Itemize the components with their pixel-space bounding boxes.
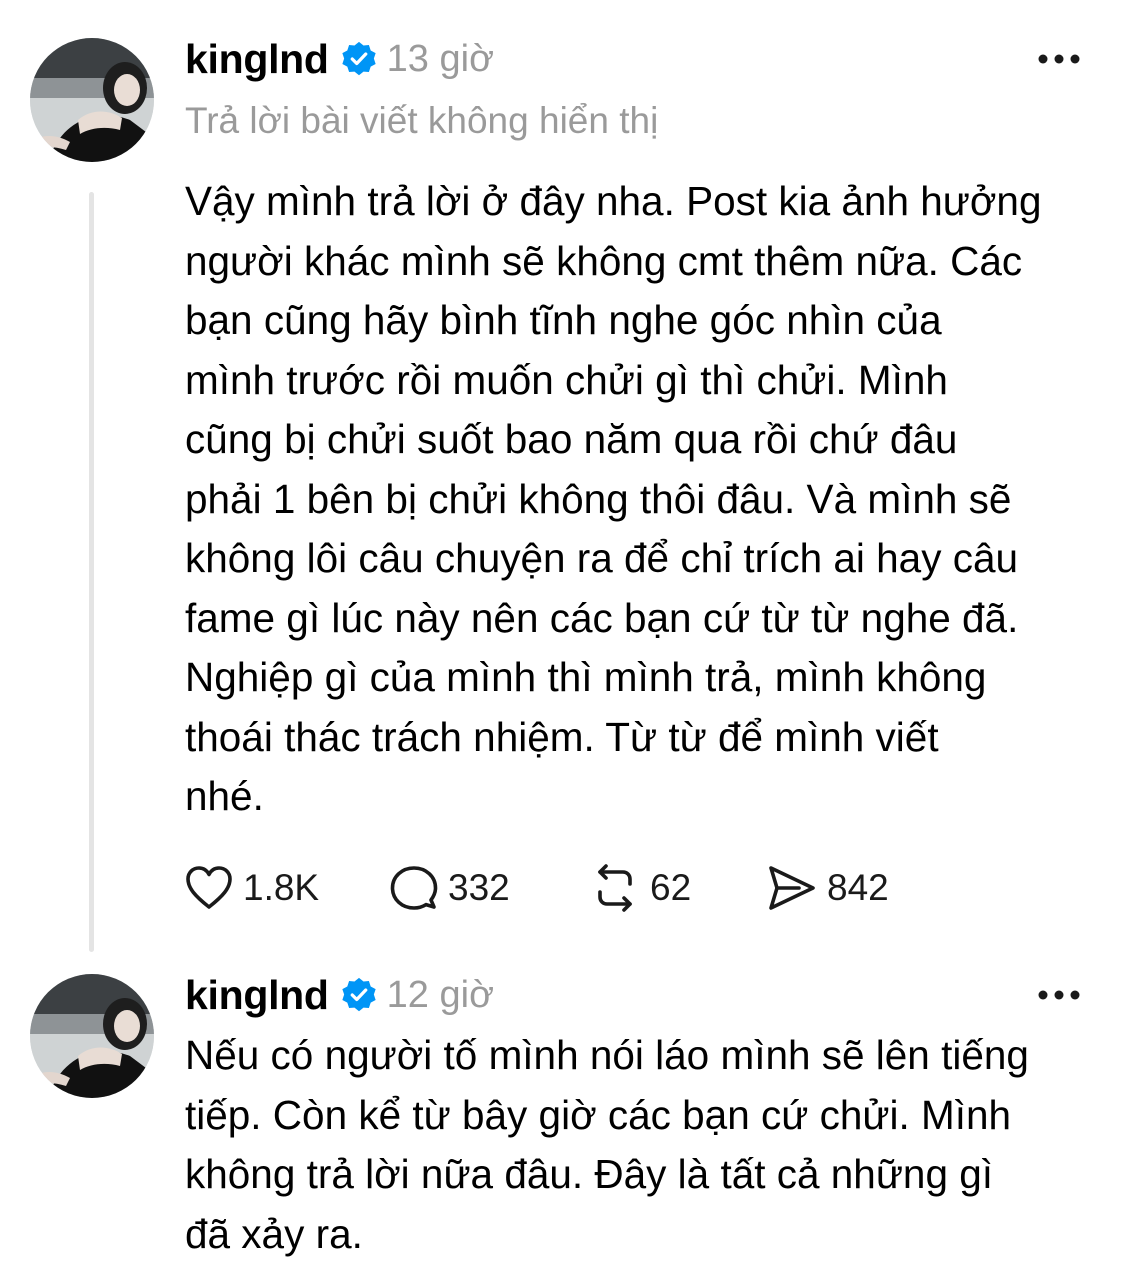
thread-line (89, 192, 94, 952)
post-text-line: Nghiệp gì của mình thì mình trả, mình kh… (185, 654, 987, 700)
post-text-line: không trả lời nữa đâu. Đây là tất cả nhữ… (185, 1151, 994, 1197)
post-text-line: thoái thác trách nhiệm. Từ từ để mình vi… (185, 713, 939, 760)
post-text-line: Vậy mình trả lời ở đây nha. Post kia ảnh… (185, 178, 1042, 224)
username[interactable]: kinglnd (185, 36, 329, 83)
timestamp: 12 giờ (386, 973, 494, 1016)
post-text-line: Nếu có người tố mình nói láo mình sẽ lên… (185, 1032, 1029, 1078)
like-button[interactable]: 1.8K (185, 860, 319, 916)
repost-arrows-icon (598, 864, 632, 912)
share-button[interactable]: 842 (767, 860, 889, 916)
comment-count: 332 (448, 867, 510, 908)
post-text: Vậy mình trả lời ở đây nha. Post kia ảnh… (185, 172, 1095, 827)
post-text-line: không lôi câu chuyện ra để chỉ trích ai … (185, 535, 1018, 581)
post-text-line: nhé. (185, 773, 264, 819)
more-options-button[interactable] (1037, 52, 1081, 64)
post-header: kinglnd 12 giờ (185, 970, 494, 1020)
post-text-line: cũng bị chửi suốt bao năm qua rồi chứ đâ… (185, 416, 958, 462)
post-text-line: đã xảy ra. (185, 1210, 363, 1257)
avatar[interactable] (30, 38, 154, 162)
heart-icon (186, 866, 232, 909)
post-text-line: tiếp. Còn kể từ bây giờ các bạn cứ chửi.… (185, 1091, 1012, 1138)
verified-badge-icon (341, 41, 377, 77)
repost-count: 62 (650, 867, 692, 908)
thread-post: kinglnd 13 giờ Trả lời bài viết không hi… (0, 0, 1123, 960)
post-text-line: người khác mình sẽ không cmt thêm nữa. C… (185, 237, 1023, 284)
like-count: 1.8K (243, 867, 320, 908)
send-icon (769, 866, 815, 910)
username[interactable]: kinglnd (185, 972, 329, 1019)
post-text: Nếu có người tố mình nói láo mình sẽ lên… (185, 1026, 1095, 1264)
verified-badge-icon (341, 977, 377, 1013)
post-text-line: bạn cũng hãy bình tĩnh nghe góc nhìn của (185, 297, 942, 343)
avatar-photo (30, 38, 154, 162)
share-count: 842 (827, 867, 889, 908)
more-horizontal-icon (1038, 990, 1080, 1000)
more-options-button[interactable] (1037, 988, 1081, 1000)
reply-context[interactable]: Trả lời bài viết không hiển thị (185, 100, 658, 142)
timestamp: 13 giờ (386, 37, 494, 80)
post-text-line: mình trước rồi muốn chửi gì thì chửi. Mì… (185, 356, 948, 403)
post-text-line: fame gì lúc này nên các bạn cứ từ từ ngh… (185, 594, 1019, 641)
avatar-photo (30, 974, 154, 1098)
more-horizontal-icon (1038, 54, 1080, 64)
post-text-line: phải 1 bên bị chửi không thôi đâu. Và mì… (185, 475, 1012, 522)
comment-bubble-icon (390, 866, 438, 910)
thread-post: kinglnd 12 giờ Nếu có người tố mình nói … (0, 960, 1123, 1280)
repost-button[interactable]: 62 (590, 860, 691, 916)
post-header: kinglnd 13 giờ (185, 34, 494, 84)
avatar[interactable] (30, 974, 154, 1098)
post-actions: 1.8K 332 62 842 (185, 860, 985, 916)
comment-button[interactable]: 332 (390, 860, 510, 916)
